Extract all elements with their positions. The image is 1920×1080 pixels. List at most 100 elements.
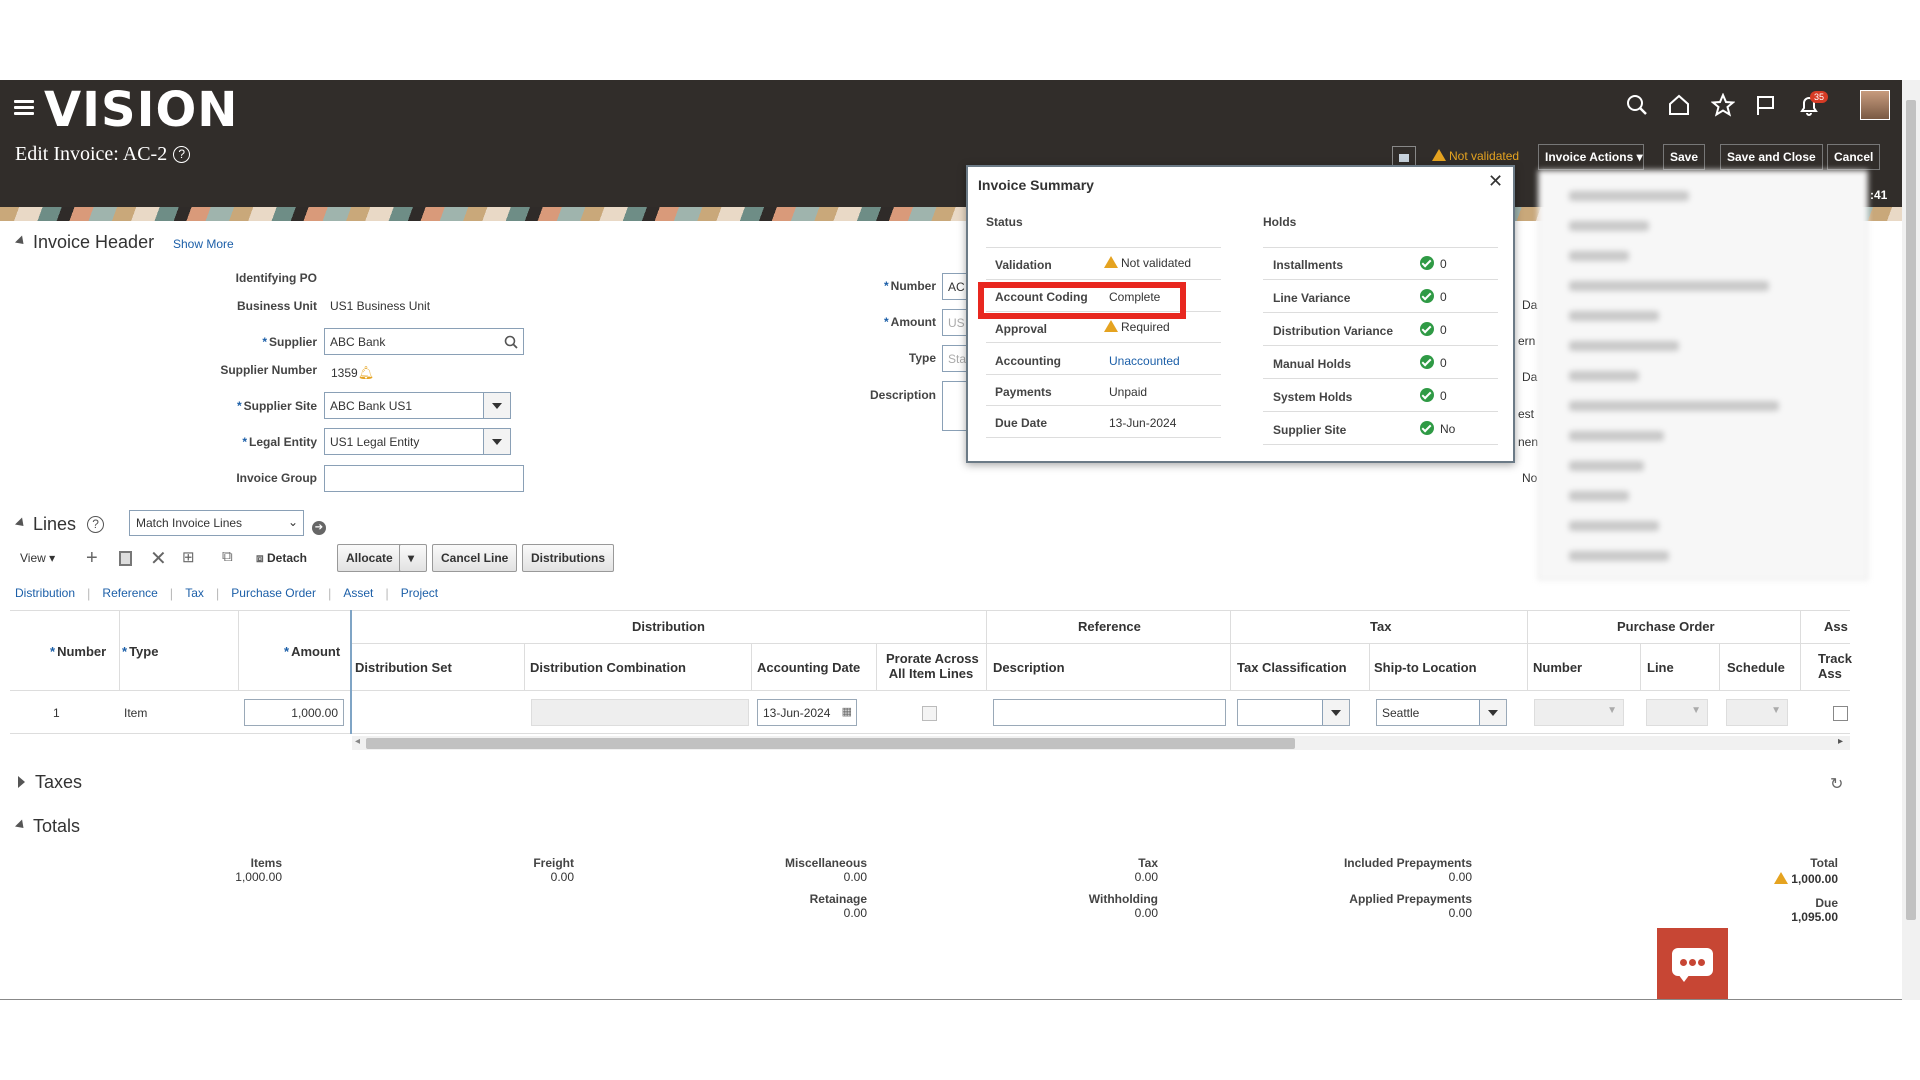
invoice-actions-label: Invoice Actions xyxy=(1545,150,1634,164)
collapse-icon xyxy=(14,819,28,832)
show-more-link[interactable]: Show More xyxy=(173,237,234,251)
table-scroll-thumb[interactable] xyxy=(366,738,1295,749)
tab-tax[interactable]: Tax xyxy=(185,586,204,601)
chevron-down-icon: ▼ xyxy=(1771,705,1781,716)
allocate-button[interactable]: Allocate xyxy=(337,544,402,572)
refresh-icon[interactable]: ↻ xyxy=(1830,774,1843,794)
due-label: Due xyxy=(1815,896,1838,910)
notification-badge: 35 xyxy=(1810,91,1829,103)
row-description-input[interactable] xyxy=(993,699,1226,726)
col-accounting-date[interactable]: Accounting Date xyxy=(757,660,860,675)
col-distribution-set[interactable]: Distribution Set xyxy=(355,660,452,675)
col-ship-to-location[interactable]: Ship-to Location xyxy=(1374,660,1477,675)
col-prorate-line1: Prorate Across xyxy=(886,651,979,666)
legal-entity-select[interactable]: US1 Legal Entity xyxy=(324,428,511,455)
dropdown-arrow-icon[interactable] xyxy=(483,429,510,454)
save-and-close-button[interactable]: Save and Close xyxy=(1720,144,1823,170)
col-distribution-combination[interactable]: Distribution Combination xyxy=(530,660,686,675)
tab-distribution[interactable]: Distribution xyxy=(15,586,75,601)
home-icon[interactable] xyxy=(1668,94,1690,116)
delete-row-icon[interactable]: ✕ xyxy=(150,546,167,571)
row-ship-to-location-select[interactable]: Seattle xyxy=(1376,699,1507,726)
match-invoice-lines-select[interactable]: Match Invoice Lines ⌄ xyxy=(129,510,304,536)
save-button[interactable]: Save xyxy=(1663,144,1706,170)
menu-icon[interactable] xyxy=(14,100,34,116)
invoice-header-section-title[interactable]: Invoice Header xyxy=(14,232,154,253)
go-arrow-icon[interactable]: ➔ xyxy=(312,521,326,535)
flag-icon[interactable] xyxy=(1755,94,1777,116)
split-icon[interactable]: ⊞ xyxy=(182,548,195,566)
col-description[interactable]: Description xyxy=(993,660,1065,675)
col-number[interactable]: * Number xyxy=(50,644,106,659)
dropdown-arrow-icon[interactable] xyxy=(483,393,510,418)
cancel-line-button[interactable]: Cancel Line xyxy=(432,544,518,572)
page-scroll-thumb[interactable] xyxy=(1906,100,1916,920)
row-po-schedule-select[interactable]: ▼ xyxy=(1726,699,1788,726)
col-tax-classification[interactable]: Tax Classification xyxy=(1237,660,1347,675)
col-prorate[interactable]: Prorate Across All Item Lines xyxy=(886,651,979,681)
duplicate-row-icon[interactable] xyxy=(119,551,132,566)
cancel-button[interactable]: Cancel xyxy=(1827,144,1881,170)
scroll-right-icon[interactable]: ▸ xyxy=(1838,736,1843,747)
row-amount-input[interactable]: 1,000.00 xyxy=(244,699,344,726)
col-po-schedule[interactable]: Schedule xyxy=(1727,660,1785,675)
legal-entity-label: * Legal Entity xyxy=(242,435,317,449)
row-po-line-select[interactable]: ▼ xyxy=(1646,699,1708,726)
lines-section-title[interactable]: Lines ? xyxy=(14,514,105,535)
taxes-section-title[interactable]: Taxes xyxy=(18,772,82,793)
tab-purchase-order[interactable]: Purchase Order xyxy=(231,586,316,601)
supplier-field[interactable]: ABC Bank xyxy=(324,328,524,355)
invoice-group-input[interactable] xyxy=(324,465,524,492)
hold-distribution-variance-label: Distribution Variance xyxy=(1273,324,1394,338)
chat-assistant-button[interactable] xyxy=(1657,928,1728,999)
freeze-icon[interactable]: ⧉ xyxy=(222,548,233,565)
col-track-asset[interactable]: Track Ass xyxy=(1818,651,1852,681)
close-icon[interactable]: ✕ xyxy=(1488,171,1503,192)
dropdown-arrow-icon[interactable] xyxy=(1322,700,1349,725)
row-tax-classification-select[interactable] xyxy=(1237,699,1350,726)
detach-button[interactable]: ⧈ Detach xyxy=(256,551,307,566)
detach-label: Detach xyxy=(266,551,307,565)
validation-status[interactable]: Not validated xyxy=(1432,149,1519,163)
tab-reference[interactable]: Reference xyxy=(102,586,157,601)
invoice-actions-menu[interactable]: Invoice Actions ▾ xyxy=(1538,144,1644,170)
tab-project[interactable]: Project xyxy=(401,586,438,601)
cut-label-3: Da xyxy=(1522,370,1538,384)
row-number: 1 xyxy=(53,706,60,720)
allocate-dropdown-button[interactable]: ▾ xyxy=(399,544,427,572)
status-validation-value[interactable]: Not validated xyxy=(1104,256,1191,270)
search-icon[interactable] xyxy=(1626,94,1648,116)
col-type[interactable]: * Type xyxy=(122,644,158,659)
cut-label-6: No xyxy=(1522,471,1538,485)
user-avatar[interactable] xyxy=(1860,90,1890,120)
totals-section-title[interactable]: Totals xyxy=(14,816,80,837)
hold-installments-label: Installments xyxy=(1273,258,1344,272)
vision-logo: Vision xyxy=(44,82,239,138)
dropdown-arrow-icon[interactable] xyxy=(1479,700,1506,725)
search-icon[interactable] xyxy=(504,335,518,349)
scroll-left-icon[interactable]: ◂ xyxy=(355,736,360,747)
help-icon[interactable]: ? xyxy=(87,516,105,533)
add-row-icon[interactable]: + xyxy=(86,547,98,570)
status-approval-text: Required xyxy=(1121,320,1170,334)
distributions-button[interactable]: Distributions xyxy=(522,544,614,572)
row-accounting-date-input[interactable]: 13-Jun-2024 ▦ xyxy=(757,699,857,726)
row-prorate-checkbox[interactable] xyxy=(922,706,937,721)
supplier-site-select[interactable]: ABC Bank US1 xyxy=(324,392,511,419)
row-track-asset-checkbox[interactable] xyxy=(1833,706,1848,721)
row-po-number-select[interactable]: ▼ xyxy=(1534,699,1624,726)
row-distribution-combination-input[interactable] xyxy=(531,699,749,726)
alert-bell-icon[interactable]: 🔔︎ xyxy=(358,365,375,380)
status-accounting-link[interactable]: Unaccounted xyxy=(1109,354,1180,368)
favorites-star-icon[interactable] xyxy=(1711,93,1735,117)
tab-asset[interactable]: Asset xyxy=(343,586,373,601)
check-circle-icon xyxy=(1420,322,1434,336)
col-amount[interactable]: * Amount xyxy=(284,644,340,659)
calendar-icon[interactable]: ▦ xyxy=(842,705,852,718)
view-menu[interactable]: View ▾ xyxy=(20,551,55,565)
col-po-number[interactable]: Number xyxy=(1533,660,1582,675)
page-title-text: Edit Invoice: AC-2 xyxy=(15,143,168,165)
miscellaneous-value: 0.00 xyxy=(843,870,867,884)
help-icon[interactable]: ? xyxy=(173,146,191,163)
col-po-line[interactable]: Line xyxy=(1647,660,1674,675)
